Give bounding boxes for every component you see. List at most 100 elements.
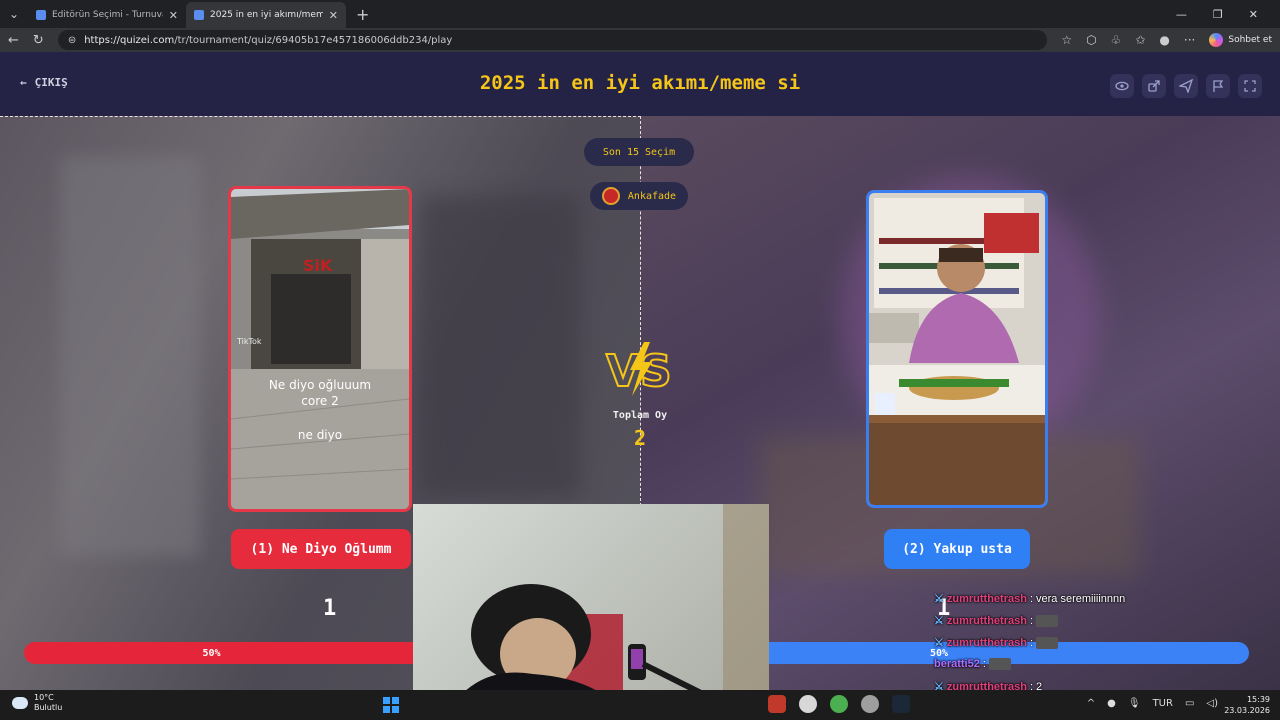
chat-separator: : — [1029, 592, 1033, 605]
chat-username[interactable]: zumrutthetrash — [947, 615, 1027, 627]
username: Ankafade — [627, 190, 677, 202]
app-icon[interactable] — [830, 695, 848, 713]
app-icon[interactable] — [861, 695, 879, 713]
chat-separator: : — [982, 658, 986, 670]
tab-close-icon[interactable]: ✕ — [169, 9, 178, 22]
weather-condition: Bulutlu — [34, 703, 63, 712]
option-2-button[interactable]: (2) Yakup usta — [884, 529, 1030, 569]
chat-message: ⚔ zumrutthetrash: — [934, 614, 1058, 627]
app-icon[interactable] — [799, 695, 817, 713]
new-tab-plus-icon[interactable]: + — [356, 5, 369, 24]
chat-emote-icon — [988, 658, 1011, 670]
eye-icon[interactable] — [1110, 74, 1134, 98]
option-2-card[interactable] — [866, 190, 1048, 508]
header-actions — [1110, 74, 1262, 98]
chat-username[interactable]: beratti52 — [934, 658, 980, 670]
tiktok-watermark: TikTok — [236, 337, 262, 346]
quiz-header: ← ÇIKIŞ 2025 in en iyi akımı/meme si — [0, 52, 1280, 116]
more-menu-icon[interactable]: ··· — [1184, 33, 1195, 47]
option-2-video-thumbnail — [869, 193, 1045, 505]
page-title: 2025 in en iyi akımı/meme si — [479, 72, 801, 94]
bookmark-star-icon[interactable]: ☆ — [1061, 33, 1072, 47]
url-path: /tr/tournament/quiz/69405b17e457186006dd… — [174, 34, 453, 46]
tab-close-icon[interactable]: ✕ — [329, 9, 338, 22]
option-1-card[interactable]: SiK TikTok Ne diyo oğluuum core 2 ne diy… — [228, 186, 412, 512]
total-votes-label: Toplam Oy — [612, 410, 668, 421]
caption-line-3: ne diyo — [298, 428, 342, 442]
chat-separator: : — [1029, 636, 1033, 649]
windows-taskbar: 10°C Bulutlu ^ ● 🎙 TUR ▭ ◁) 15:39 23.03.2… — [0, 690, 1280, 720]
copilot-chat-button[interactable]: Sohbet et — [1209, 33, 1272, 47]
clock-date: 23.03.2026 — [1224, 706, 1270, 715]
flag-icon[interactable] — [1206, 74, 1230, 98]
total-votes-value: 2 — [633, 426, 647, 450]
streamer-webcam — [413, 504, 769, 690]
chat-text: vera seremiiiinnnn — [1036, 592, 1126, 605]
chat-emote-icon — [1036, 614, 1058, 627]
copilot-logo-icon — [1209, 33, 1224, 47]
tab-tournament[interactable]: 2025 in en iyi akımı/meme si - Tie... ✕ — [186, 2, 346, 28]
taskbar-apps — [768, 695, 910, 713]
microphone-icon[interactable]: 🎙 — [1128, 698, 1141, 709]
back-arrow-icon[interactable]: ← — [8, 33, 19, 48]
language-indicator[interactable]: TUR — [1153, 698, 1173, 709]
clock[interactable]: 15:39 23.03.2026 — [1224, 694, 1270, 716]
option-1-button[interactable]: (1) Ne Diyo Oğlumm — [231, 529, 411, 569]
send-icon[interactable] — [1174, 74, 1198, 98]
minimize-icon[interactable]: — — [1176, 8, 1187, 21]
browser-essentials-icon[interactable]: ♧ — [1111, 33, 1122, 47]
chat-message: ⚔ zumrutthetrash: — [934, 636, 1058, 649]
round-label: Son 15 Seçim — [602, 146, 676, 158]
option-1-score: 1 — [323, 596, 337, 621]
svg-text:SiK: SiK — [303, 256, 333, 275]
extensions-icon[interactable]: ⬡ — [1086, 33, 1096, 47]
caption-line-2: core 2 — [301, 394, 338, 408]
chat-emote-icon — [1036, 636, 1058, 649]
volume-icon[interactable]: ◁) — [1206, 698, 1218, 709]
cloud-icon — [12, 697, 28, 709]
tray-app-icon[interactable]: ● — [1107, 698, 1116, 709]
option-1-percent: 50% — [202, 647, 221, 659]
weather-widget[interactable]: 10°C Bulutlu — [12, 693, 62, 713]
copilot-chat-label: Sohbet et — [1228, 35, 1272, 45]
share-icon[interactable] — [1142, 74, 1166, 98]
windows-start-icon[interactable] — [383, 697, 399, 713]
reload-icon[interactable]: ↻ — [33, 33, 44, 48]
round-indicator: Son 15 Seçim — [584, 138, 694, 166]
restore-icon[interactable]: ❐ — [1213, 8, 1223, 21]
site-info-icon[interactable]: ⊜ — [68, 35, 76, 46]
chevron-up-icon[interactable]: ^ — [1087, 698, 1095, 709]
sword-badge-icon: ⚔ — [934, 593, 944, 605]
close-window-icon[interactable]: ✕ — [1249, 8, 1258, 21]
quizei-favicon-icon — [194, 10, 204, 20]
tab-editors-choice[interactable]: Editörün Seçimi - Turnuva - Quizei ✕ — [28, 2, 186, 28]
sword-badge-icon: ⚔ — [934, 615, 944, 627]
caption-line-1: Ne diyo oğluuum — [269, 378, 371, 392]
temperature: 10°C — [34, 693, 54, 702]
chat-message: ⚔ zumrutthetrash: vera seremiiiinnnn — [934, 592, 1126, 606]
app-icon[interactable] — [768, 695, 786, 713]
vs-lightning-icon: VS — [605, 342, 673, 398]
fullscreen-icon[interactable] — [1238, 74, 1262, 98]
chat-username[interactable]: zumrutthetrash — [947, 593, 1027, 605]
steam-icon[interactable] — [892, 695, 910, 713]
tab-list-chevron-icon[interactable]: ⌄ — [0, 0, 28, 28]
toolbar-icons: ☆ ⬡ ♧ ✩ ● ··· Sohbet et — [1061, 33, 1272, 47]
user-badge: Ankafade — [590, 182, 688, 210]
galatasaray-badge-icon — [601, 187, 620, 205]
clock-time: 15:39 — [1246, 695, 1270, 704]
sword-badge-icon: ⚔ — [934, 637, 944, 649]
quizei-favicon-icon — [36, 10, 46, 20]
url-host: https://quizei.com — [84, 34, 175, 46]
favorites-icon[interactable]: ✩ — [1135, 33, 1145, 47]
system-tray: ^ ● 🎙 TUR ▭ ◁) — [1087, 698, 1218, 709]
tab-title: 2025 in en iyi akımı/meme si - Tie... — [210, 10, 323, 20]
chat-username[interactable]: zumrutthetrash — [947, 637, 1027, 649]
network-icon[interactable]: ▭ — [1185, 698, 1194, 709]
option-1-video-thumbnail: SiK TikTok Ne diyo oğluuum core 2 ne diy… — [231, 189, 409, 509]
address-bar[interactable]: ⊜ https://quizei.com/tr/tournament/quiz/… — [57, 30, 1048, 50]
browser-tabbar: ⌄ Editörün Seçimi - Turnuva - Quizei ✕ 2… — [0, 0, 1280, 28]
chat-message: beratti52: — [934, 658, 1011, 670]
profile-avatar-icon[interactable]: ● — [1159, 33, 1169, 47]
browser-toolbar: ← ↻ ⊜ https://quizei.com/tr/tournament/q… — [0, 28, 1280, 52]
